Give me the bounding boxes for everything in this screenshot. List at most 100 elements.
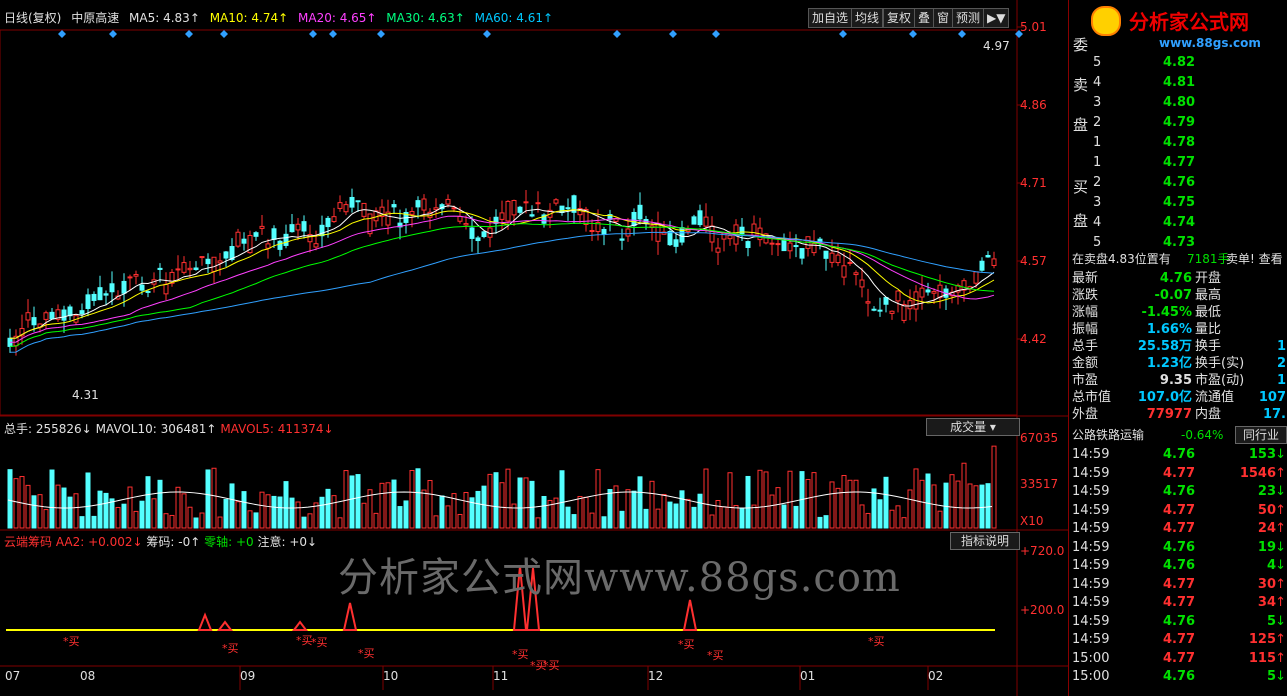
candle-body <box>25 312 31 321</box>
candle-body <box>901 304 907 321</box>
sell-level-number: 4 <box>1093 75 1102 90</box>
volume-bar <box>271 495 277 529</box>
buy-level-row[interactable]: 3 4.75 <box>1069 194 1287 212</box>
tick-row: 14:59 4.76 4 ↓ <box>1069 557 1287 575</box>
sector-row[interactable]: 公路铁路运输 -0.64% 同行业 <box>1069 426 1287 444</box>
tick-volume: 50 <box>1257 502 1276 518</box>
candle-body <box>991 258 997 266</box>
volume-bar <box>109 498 115 529</box>
buy-level-number: 2 <box>1093 175 1102 190</box>
candle-body <box>211 256 217 272</box>
tick-direction-icon: ↑ <box>1275 521 1286 536</box>
fuquan-button[interactable]: 复权 <box>883 8 916 28</box>
volume-bar <box>733 505 739 529</box>
indicator-spike <box>292 620 308 631</box>
quote-row: 涨幅 -1.45% 最低 <box>1069 304 1287 322</box>
indicator-spike <box>197 612 213 631</box>
sector-name[interactable]: 公路铁路运输 <box>1072 426 1144 444</box>
volume-bar <box>91 515 97 529</box>
candle-body <box>511 199 517 216</box>
volume-bar <box>181 493 187 529</box>
sell-level-row[interactable]: 2 4.79 <box>1069 114 1287 132</box>
overlay-button[interactable]: 叠 <box>914 8 935 28</box>
tick-direction-icon: ↑ <box>1275 595 1286 610</box>
sell-level-row[interactable]: 4 4.81 <box>1069 74 1287 92</box>
candle-body <box>331 216 337 223</box>
candle-body <box>961 280 967 291</box>
volume-bar <box>49 469 55 529</box>
volume-bar <box>13 478 19 529</box>
buy-signal-label: *买 <box>543 659 560 672</box>
candle-body <box>289 224 295 233</box>
buy-level-row[interactable]: 4 4.74 <box>1069 214 1287 232</box>
volume-bar <box>541 495 547 529</box>
volume-bar <box>391 479 397 529</box>
volume-bar <box>751 504 757 529</box>
forecast-button[interactable]: 预测 <box>952 8 985 28</box>
event-marker-icon <box>839 30 847 38</box>
same-industry-button[interactable]: 同行业 <box>1235 426 1287 444</box>
expand-toolbar-button[interactable]: ▶▼ <box>983 8 1010 28</box>
volume-bar <box>475 490 481 529</box>
candle-body <box>253 232 259 237</box>
volume-bar <box>433 515 439 529</box>
tick-time: 14:59 <box>1072 576 1110 592</box>
ma20-line <box>9 215 995 343</box>
quote-key-2: 最高 <box>1195 288 1222 303</box>
volume-bar <box>955 480 961 529</box>
tick-price: 4.77 <box>1163 632 1196 647</box>
month-label: 12 <box>648 669 664 683</box>
candle-body <box>601 228 607 236</box>
volume-bar <box>439 495 445 529</box>
volume-bar <box>643 508 649 529</box>
volume-bar <box>241 491 247 529</box>
buy-level-number: 1 <box>1093 155 1102 170</box>
candle-body <box>61 309 67 321</box>
volume-bar <box>355 474 361 529</box>
candle-body <box>409 211 415 215</box>
order-alert-row[interactable]: 在卖盘4.83位置有 7181手 卖单! 查看 <box>1069 250 1287 268</box>
sell-level-row[interactable]: 3 4.80 <box>1069 94 1287 112</box>
alert-right: 卖单! 查看 <box>1226 252 1283 266</box>
tick-price: 4.77 <box>1163 576 1196 592</box>
candle-body <box>31 317 37 326</box>
volume-bar <box>43 509 49 529</box>
volume-bar <box>787 470 793 529</box>
event-marker-icon <box>613 30 621 38</box>
tick-time: 15:00 <box>1072 669 1110 684</box>
volume-indicator-select[interactable]: 成交量 ▾ <box>926 418 1020 436</box>
window-button[interactable]: 窗 <box>933 8 954 28</box>
event-marker-icon <box>329 30 337 38</box>
sell-level-row[interactable]: 5 4.82 <box>1069 54 1287 72</box>
candle-body <box>127 276 133 279</box>
volume-bar <box>283 481 289 529</box>
average-line-button[interactable]: 均线 <box>851 8 884 28</box>
quote-key-2: 换手(实) <box>1195 356 1245 371</box>
quote-row: 总市值 107.0亿 流通值 107 <box>1069 389 1287 407</box>
volume-bar <box>625 489 631 529</box>
candle-body <box>799 248 805 259</box>
volume-bar <box>889 509 895 529</box>
chart-area[interactable]: 日线(复权) 中原高速 MA5: 4.83↑ MA10: 4.74↑ MA20:… <box>0 0 1068 696</box>
candle-body <box>829 252 835 263</box>
volume-bar <box>691 506 697 529</box>
buy-signal-label: *买 <box>222 642 239 655</box>
indicator-name[interactable]: 云端筹码 <box>4 535 52 549</box>
volume-bar <box>727 472 733 529</box>
high-price-marker: 4.97 <box>983 39 1010 53</box>
volume-bar <box>487 473 493 529</box>
add-favorite-button[interactable]: 加自选 <box>808 8 853 28</box>
ma30-line <box>9 222 995 347</box>
volume-bar <box>979 484 985 529</box>
sell-level-row[interactable]: 1 4.78 <box>1069 134 1287 152</box>
volume-bar <box>745 475 751 529</box>
chart-mode[interactable]: 日线(复权) <box>4 11 61 25</box>
quote-value-2: 1 <box>1276 339 1286 354</box>
mavol5-label: MAVOL5: 411374↓ <box>220 422 334 436</box>
event-marker-icon <box>909 30 917 38</box>
candle-body <box>277 240 283 250</box>
buy-level-row[interactable]: 1 4.77 <box>1069 154 1287 172</box>
candle-body <box>619 238 625 241</box>
indicator-help-button[interactable]: 指标说明 <box>950 532 1020 550</box>
buy-level-row[interactable]: 2 4.76 <box>1069 174 1287 192</box>
